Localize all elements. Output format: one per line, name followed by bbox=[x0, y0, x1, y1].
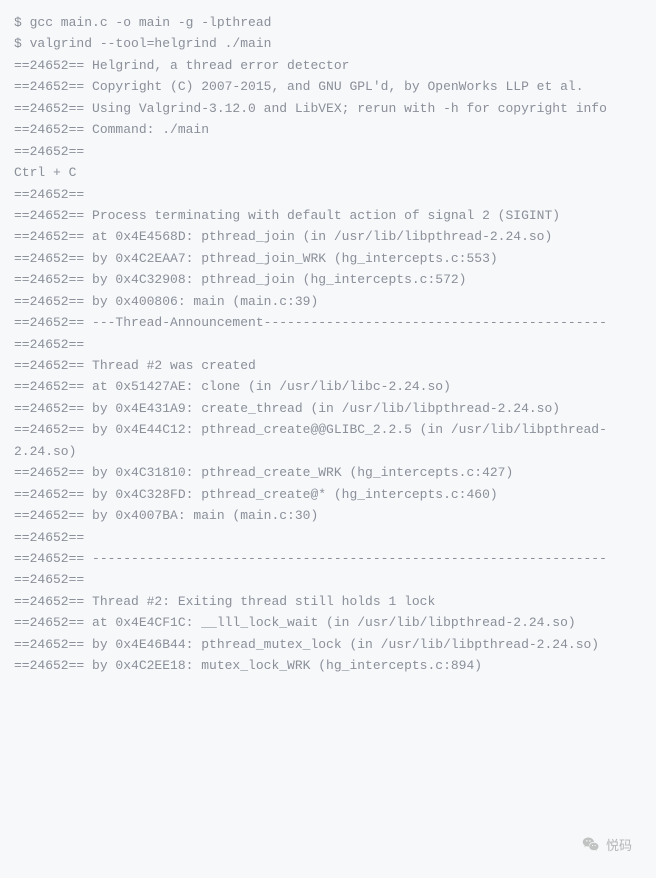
watermark-label: 悦码 bbox=[606, 835, 632, 856]
wechat-icon bbox=[582, 836, 600, 854]
terminal-output: $ gcc main.c -o main -g -lpthread $ valg… bbox=[14, 12, 642, 677]
watermark: 悦码 bbox=[582, 835, 632, 856]
